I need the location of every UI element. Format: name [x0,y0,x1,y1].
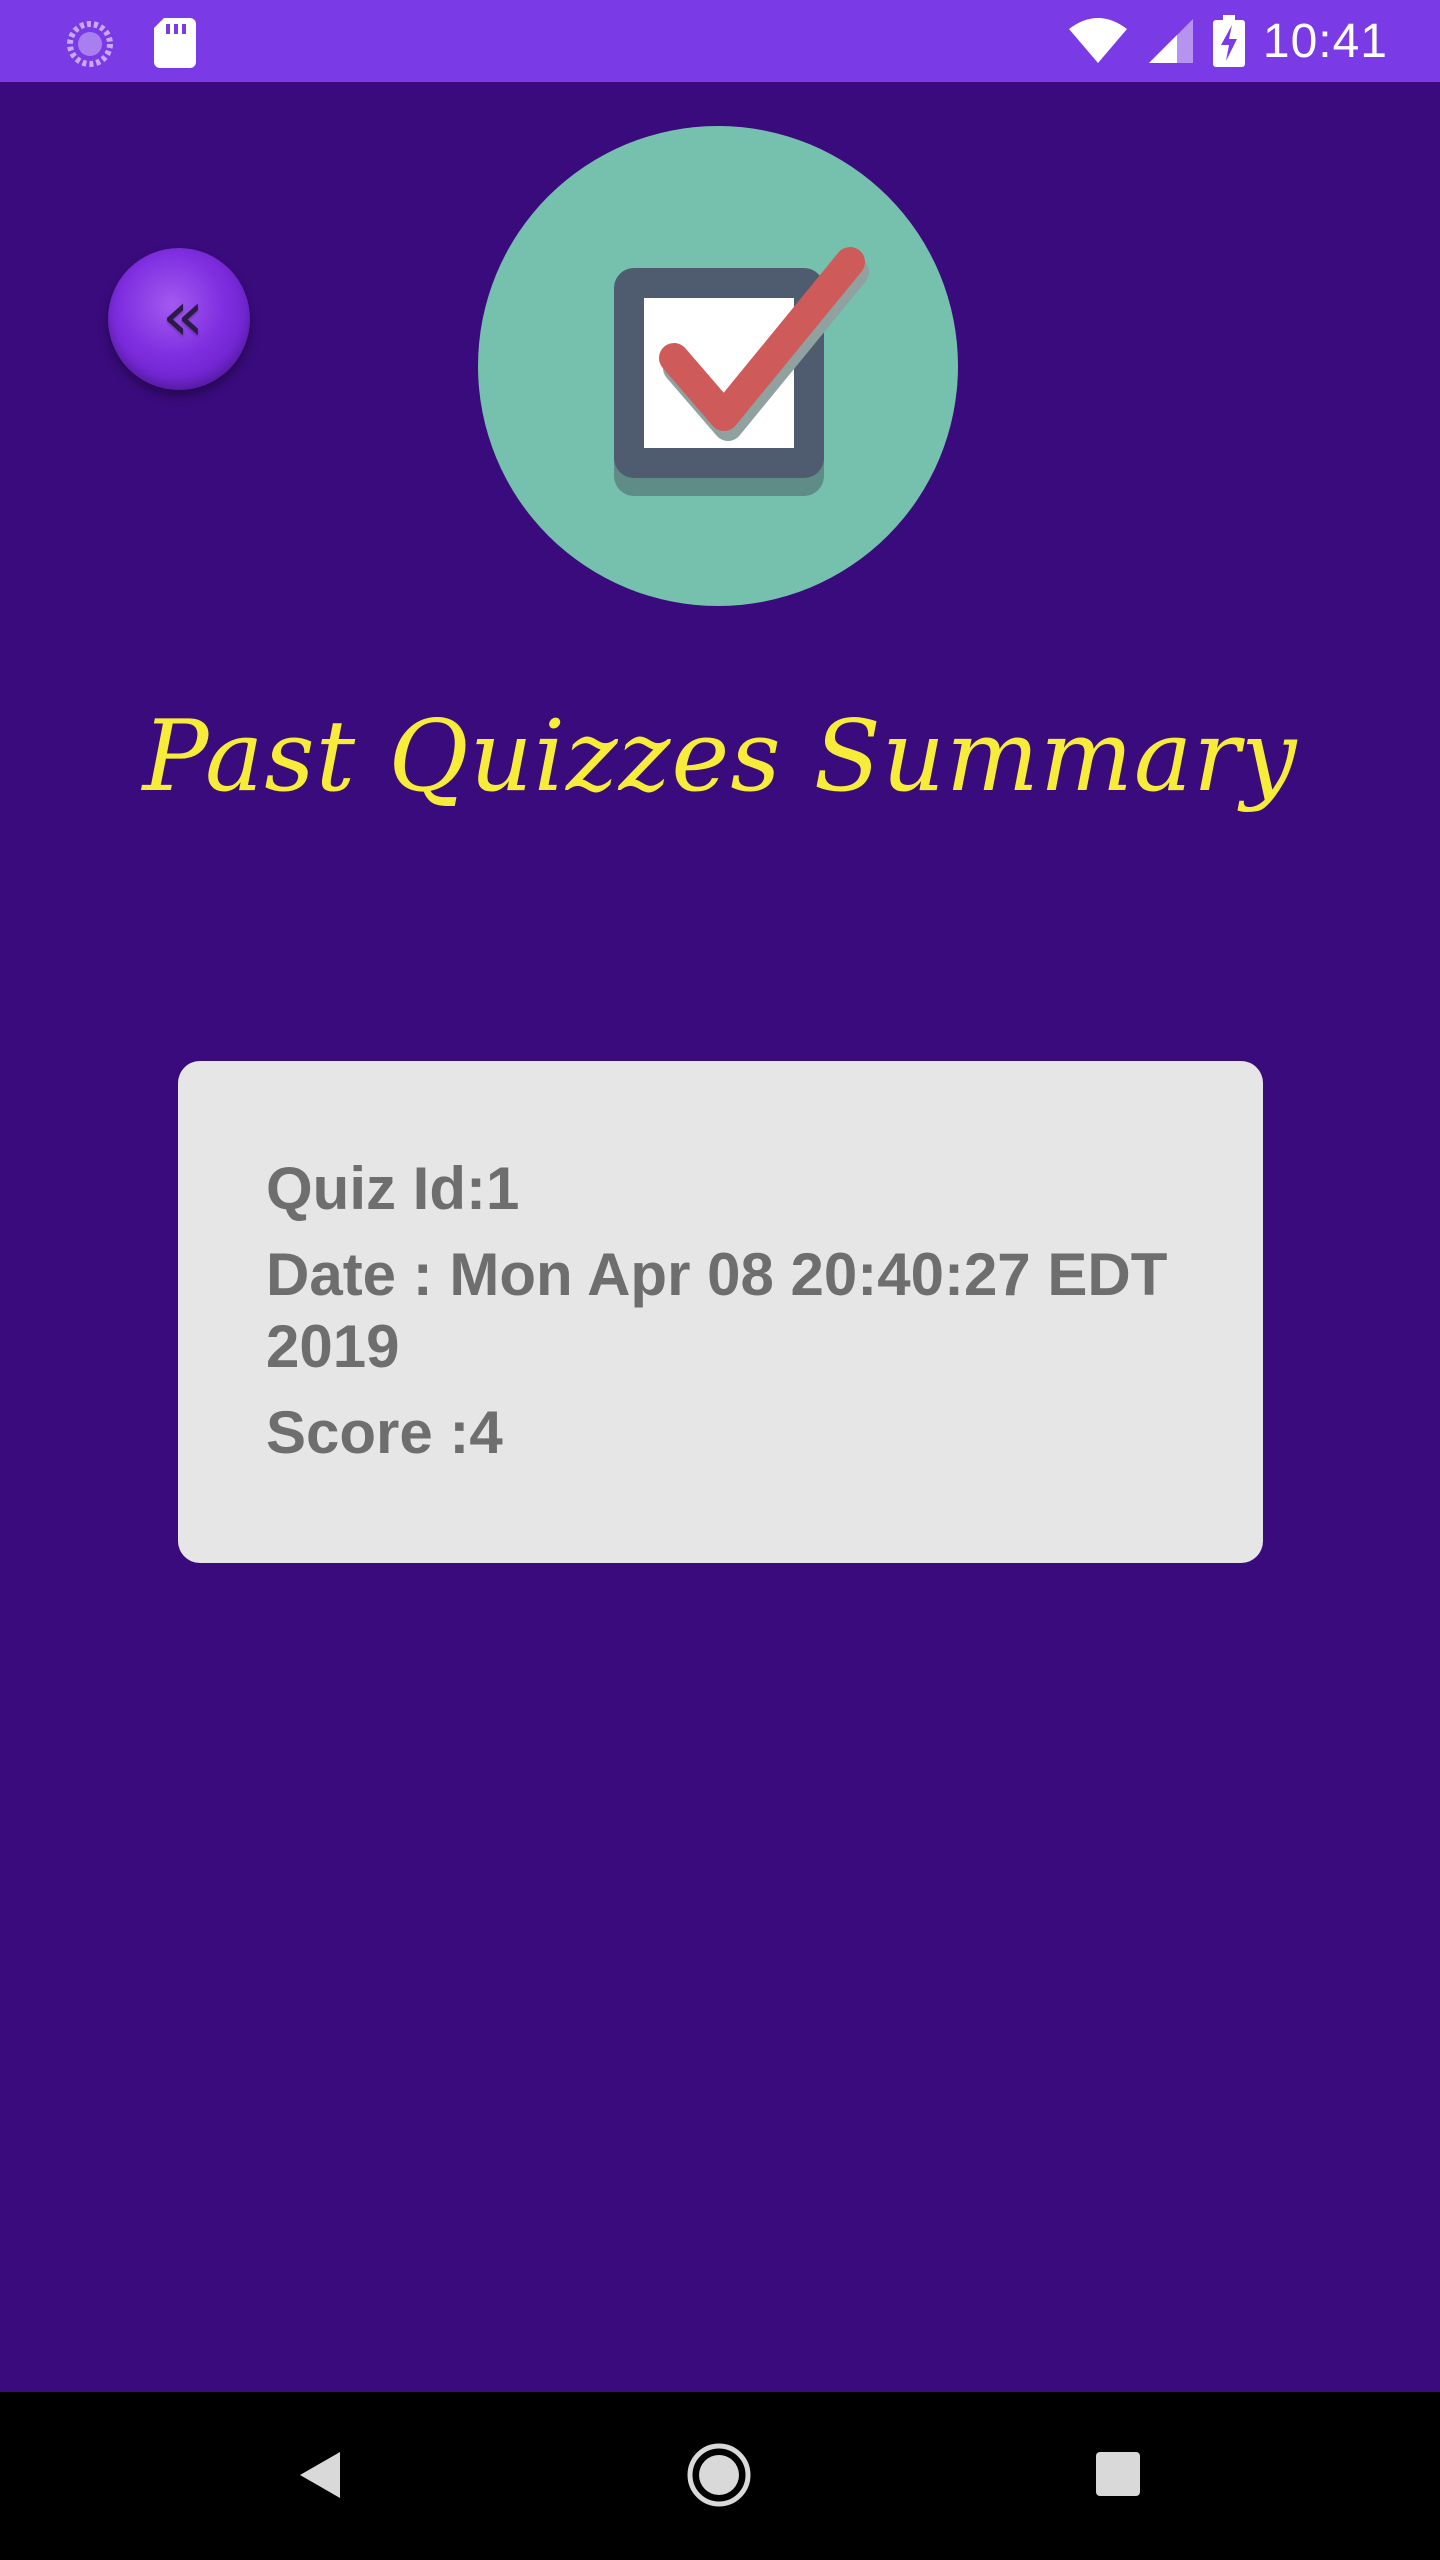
page-title: Past Quizzes Summary [142,700,1298,814]
nav-back-icon[interactable] [296,2450,342,2500]
nav-recents-icon[interactable] [1096,2452,1140,2496]
status-time: 10:41 [1262,14,1388,68]
system-nav-bar [0,2392,1440,2560]
status-right-group: 10:41 [1067,12,1388,70]
sd-card-icon [154,18,196,68]
status-bar: 10:41 [0,0,1440,82]
cell-signal-icon [1148,19,1193,63]
quiz-logo [478,126,958,606]
quiz-summary-card[interactable]: Quiz Id:1 Date : Mon Apr 08 20:40:27 EDT… [178,1061,1263,1563]
quiz-id-text: Quiz Id:1 [266,1155,520,1222]
double-chevron-left-icon: « [161,275,205,357]
wifi-icon [1068,18,1127,63]
quiz-date-text: Date : Mon Apr 08 20:40:27 EDT 2019 [266,1241,1168,1380]
battery-charging-icon [1212,15,1245,67]
quiz-score-text: Score :4 [266,1399,503,1466]
nav-home-icon[interactable] [686,2442,752,2508]
checkbox-checked-icon [614,247,869,496]
loading-indicator-icon [67,21,113,67]
back-button[interactable]: « [108,248,250,390]
